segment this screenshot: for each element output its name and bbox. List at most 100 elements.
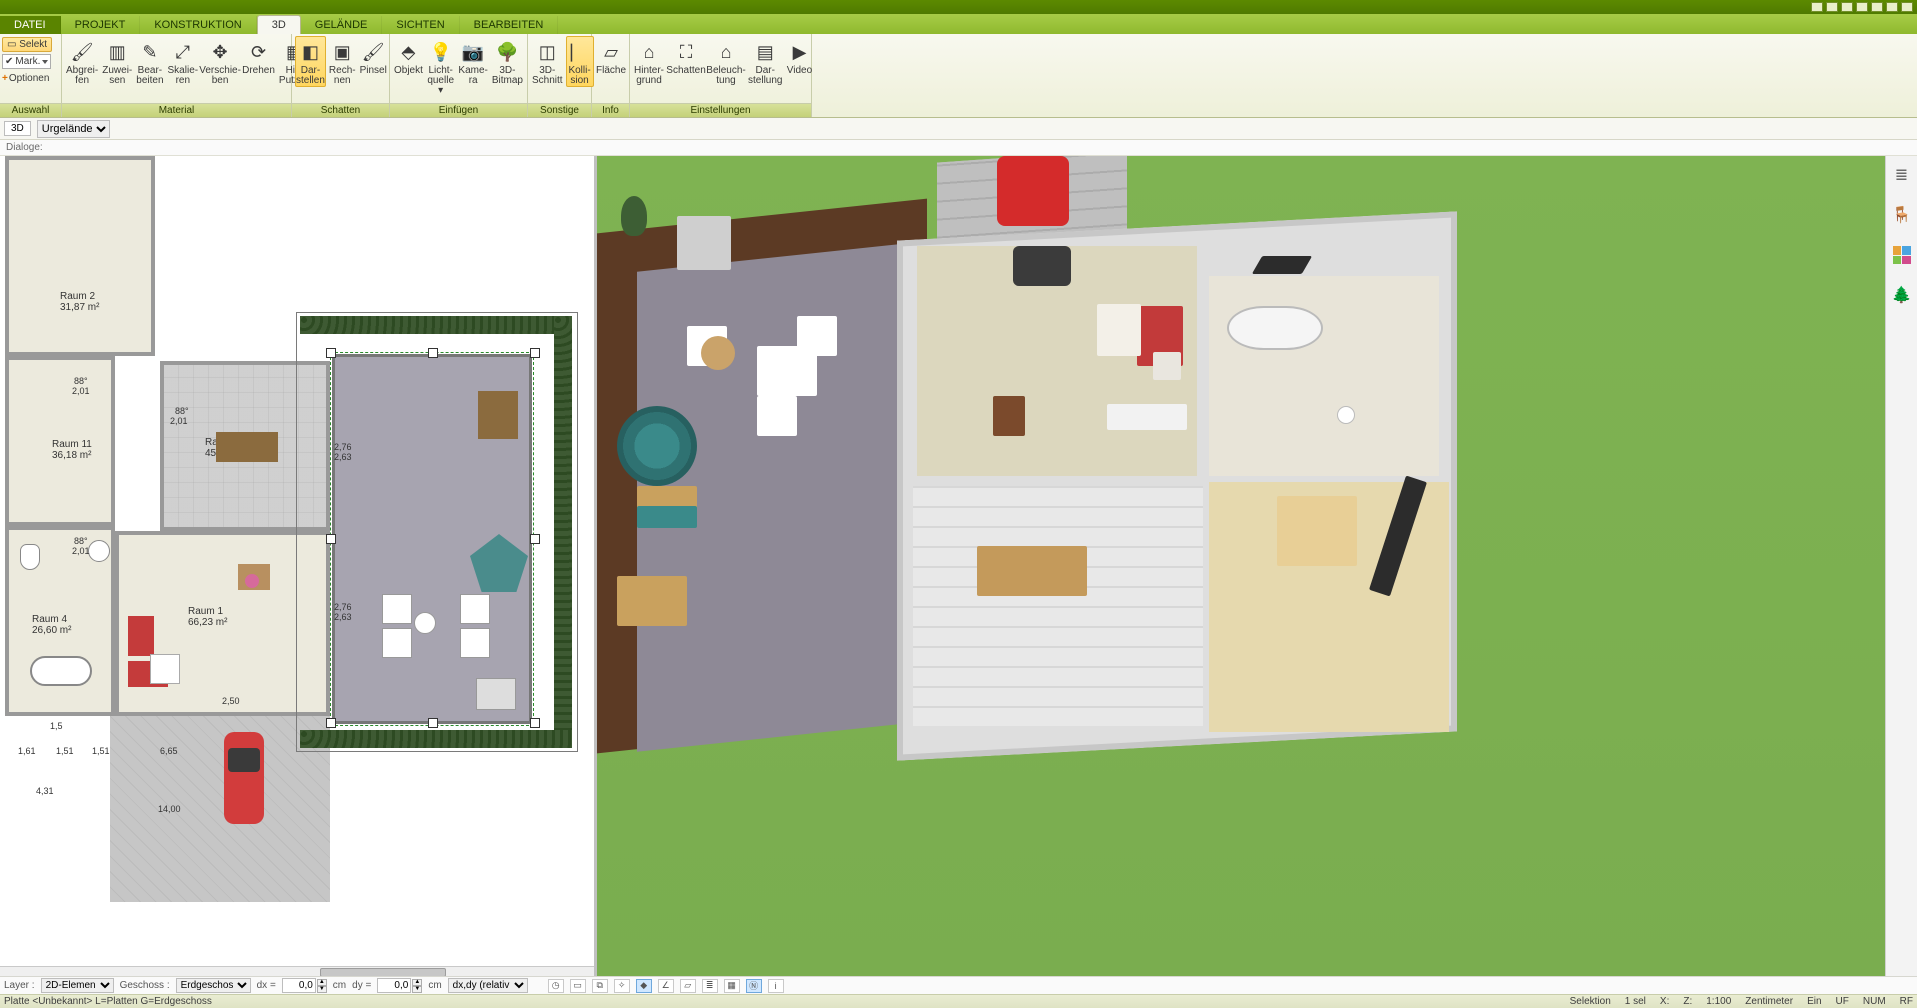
ribbon-beleuchtung-button[interactable]: ⌂Beleuch-tung — [707, 36, 745, 87]
ribbon-3dbitmap-button[interactable]: 🌳3D-Bitmap — [491, 36, 524, 87]
status-scale: 1:100 — [1706, 996, 1731, 1007]
viewport-2d[interactable]: Raum 231,87 m² Raum 1136,18 m² Raum 426,… — [0, 156, 597, 978]
ribbon-kollision-button[interactable]: ⎸Kolli-sion — [566, 36, 594, 87]
tool-icon-layers[interactable]: ≣ — [702, 979, 718, 993]
flaeche-icon: ▱ — [598, 39, 624, 65]
color-swatch-icon[interactable] — [1891, 244, 1913, 266]
tab-sichten[interactable]: SICHTEN — [382, 16, 459, 34]
tool-icon-clock[interactable]: ◷ — [548, 979, 564, 993]
ribbon-group-schatten: ◧Dar-stellen▣Rech-nen🖌Pinsel Schatten — [292, 34, 390, 117]
ribbon-btn-label: Pinsel — [360, 66, 387, 76]
ribbon-group-title: Material — [62, 103, 291, 117]
tab-3d[interactable]: 3D — [257, 15, 301, 34]
layer-select[interactable]: 2D-Elemen — [41, 978, 114, 993]
furniture-icon[interactable]: 🪑 — [1891, 204, 1913, 226]
ribbon-btn-label: Kame-ra — [458, 66, 487, 86]
ribbon-group-info: ▱Fläche Info — [592, 34, 630, 117]
win-btn-2[interactable] — [1826, 2, 1838, 12]
kamera-icon: 📷 — [460, 39, 486, 65]
ribbon-bearbeiten-button[interactable]: ✎Bear-beiten — [135, 36, 164, 87]
status-selektion: Selektion — [1570, 996, 1611, 1007]
mark-dropdown[interactable]: ✔Mark. — [2, 54, 51, 69]
ribbon: ▭ Selekt ✔Mark. +Optionen Auswahl 🖌Abgre… — [0, 34, 1917, 118]
win-btn-5[interactable] — [1871, 2, 1883, 12]
win-btn-7[interactable] — [1901, 2, 1913, 12]
tool-icon-north[interactable]: Ⓝ — [746, 979, 762, 993]
ribbon-pinsel-button[interactable]: 🖌Pinsel — [359, 36, 388, 77]
ribbon-objekt-button[interactable]: ⬘Objekt — [393, 36, 424, 77]
ribbon-darstellen-button[interactable]: ◧Dar-stellen — [295, 36, 326, 87]
ribbon-3dschnitt-button[interactable]: ◫3D-Schnitt — [531, 36, 564, 87]
ribbon-schatten2-button[interactable]: ⛶Schatten — [667, 36, 705, 77]
dim-label: 88° — [74, 536, 88, 546]
lounge-3d — [797, 316, 837, 356]
right-tool-rail: ≣ 🪑 🌲 — [1885, 156, 1917, 978]
ribbon-group-title: Einfügen — [390, 103, 527, 117]
layer-label: Layer : — [4, 980, 35, 991]
optionen-button[interactable]: +Optionen — [2, 73, 49, 84]
layers-icon[interactable]: ≣ — [1891, 164, 1913, 186]
beleuchtung-icon: ⌂ — [713, 39, 739, 65]
ribbon-verschieben-button[interactable]: ✥Verschie-ben — [201, 36, 239, 87]
ribbon-darstellung-button[interactable]: ▤Dar-stellung — [747, 36, 783, 87]
ribbon-hintergrund-button[interactable]: ⌂Hinter-grund — [633, 36, 665, 87]
win-btn-1[interactable] — [1811, 2, 1823, 12]
tool-icon-angle[interactable]: ∠ — [658, 979, 674, 993]
dx-input[interactable]: ▲▼ — [282, 978, 327, 993]
ribbon-skalieren-button[interactable]: ⤢Skalie-ren — [167, 36, 200, 87]
ribbon-rechnen-button[interactable]: ▣Rech-nen — [328, 36, 357, 87]
dx-unit: cm — [333, 980, 346, 991]
status-rf: RF — [1900, 996, 1913, 1007]
tool-icon-grid[interactable]: ▦ — [724, 979, 740, 993]
tool-icon-info[interactable]: i — [768, 979, 784, 993]
win-btn-4[interactable] — [1856, 2, 1868, 12]
3dbitmap-icon: 🌳 — [494, 39, 520, 65]
ribbon-btn-label: Drehen — [242, 66, 275, 76]
ribbon-video-button[interactable]: ▶Video — [785, 36, 813, 77]
shrub-3d — [621, 196, 647, 236]
ribbon-btn-label: Dar-stellen — [296, 66, 325, 86]
verschieben-icon: ✥ — [207, 39, 233, 65]
tab-gelaende[interactable]: GELÄNDE — [301, 16, 383, 34]
tab-konstruktion[interactable]: KONSTRUKTION — [140, 16, 256, 34]
tab-bearbeiten[interactable]: BEARBEITEN — [460, 16, 559, 34]
status-num: NUM — [1863, 996, 1886, 1007]
garden-outline — [296, 312, 578, 752]
viewport-3d[interactable]: ≣ 🪑 🌲 — [597, 156, 1917, 978]
ribbon-drehen-button[interactable]: ⟳Drehen — [241, 36, 276, 77]
ribbon-group-title: Auswahl — [0, 103, 61, 117]
dining-table-3d — [977, 546, 1087, 596]
coord-mode-select[interactable]: dx,dy (relativ ka — [448, 978, 528, 993]
terrain-select[interactable]: Urgelände — [37, 120, 110, 138]
tool-icon-screen[interactable]: ▭ — [570, 979, 586, 993]
tree-icon[interactable]: 🌲 — [1891, 284, 1913, 306]
status-sel-count: 1 sel — [1625, 996, 1646, 1007]
win-btn-3[interactable] — [1841, 2, 1853, 12]
dy-input[interactable]: ▲▼ — [377, 978, 422, 993]
sink-3d — [1337, 406, 1355, 424]
side-table-3d — [1153, 352, 1181, 380]
tool-icon-ortho[interactable]: ◆ — [636, 979, 652, 993]
tab-projekt[interactable]: PROJEKT — [61, 16, 141, 34]
view-tag-3d: 3D — [4, 121, 31, 136]
ribbon-group-title: Einstellungen — [630, 103, 811, 117]
tab-datei[interactable]: DATEI — [0, 16, 61, 34]
plan-canvas[interactable]: Raum 231,87 m² Raum 1136,18 m² Raum 426,… — [0, 156, 594, 978]
ribbon-zuweisen-button[interactable]: ▥Zuwei-sen — [101, 36, 133, 87]
abgreifen-icon: 🖌 — [69, 39, 95, 65]
ribbon-flaeche-button[interactable]: ▱Fläche — [595, 36, 627, 77]
dining-table-2d — [216, 432, 278, 462]
win-btn-6[interactable] — [1886, 2, 1898, 12]
selekt-button[interactable]: ▭ Selekt — [2, 37, 52, 52]
tool-icon-group[interactable]: ⧉ — [592, 979, 608, 993]
ribbon-lichtquelle-button[interactable]: 💡Licht-quelle ▾ — [426, 36, 456, 97]
tool-icon-snap[interactable]: ✧ — [614, 979, 630, 993]
ribbon-abgreifen-button[interactable]: 🖌Abgrei-fen — [65, 36, 99, 87]
room1-label: Raum 166,23 m² — [188, 606, 227, 628]
room2-label: Raum 231,87 m² — [60, 291, 99, 313]
tool-icon-plane[interactable]: ▱ — [680, 979, 696, 993]
dim-label: 4,31 — [36, 786, 54, 796]
ribbon-kamera-button[interactable]: 📷Kame-ra — [457, 36, 488, 87]
geschoss-select[interactable]: Erdgeschos — [176, 978, 251, 993]
room11-label: Raum 1136,18 m² — [52, 439, 92, 461]
